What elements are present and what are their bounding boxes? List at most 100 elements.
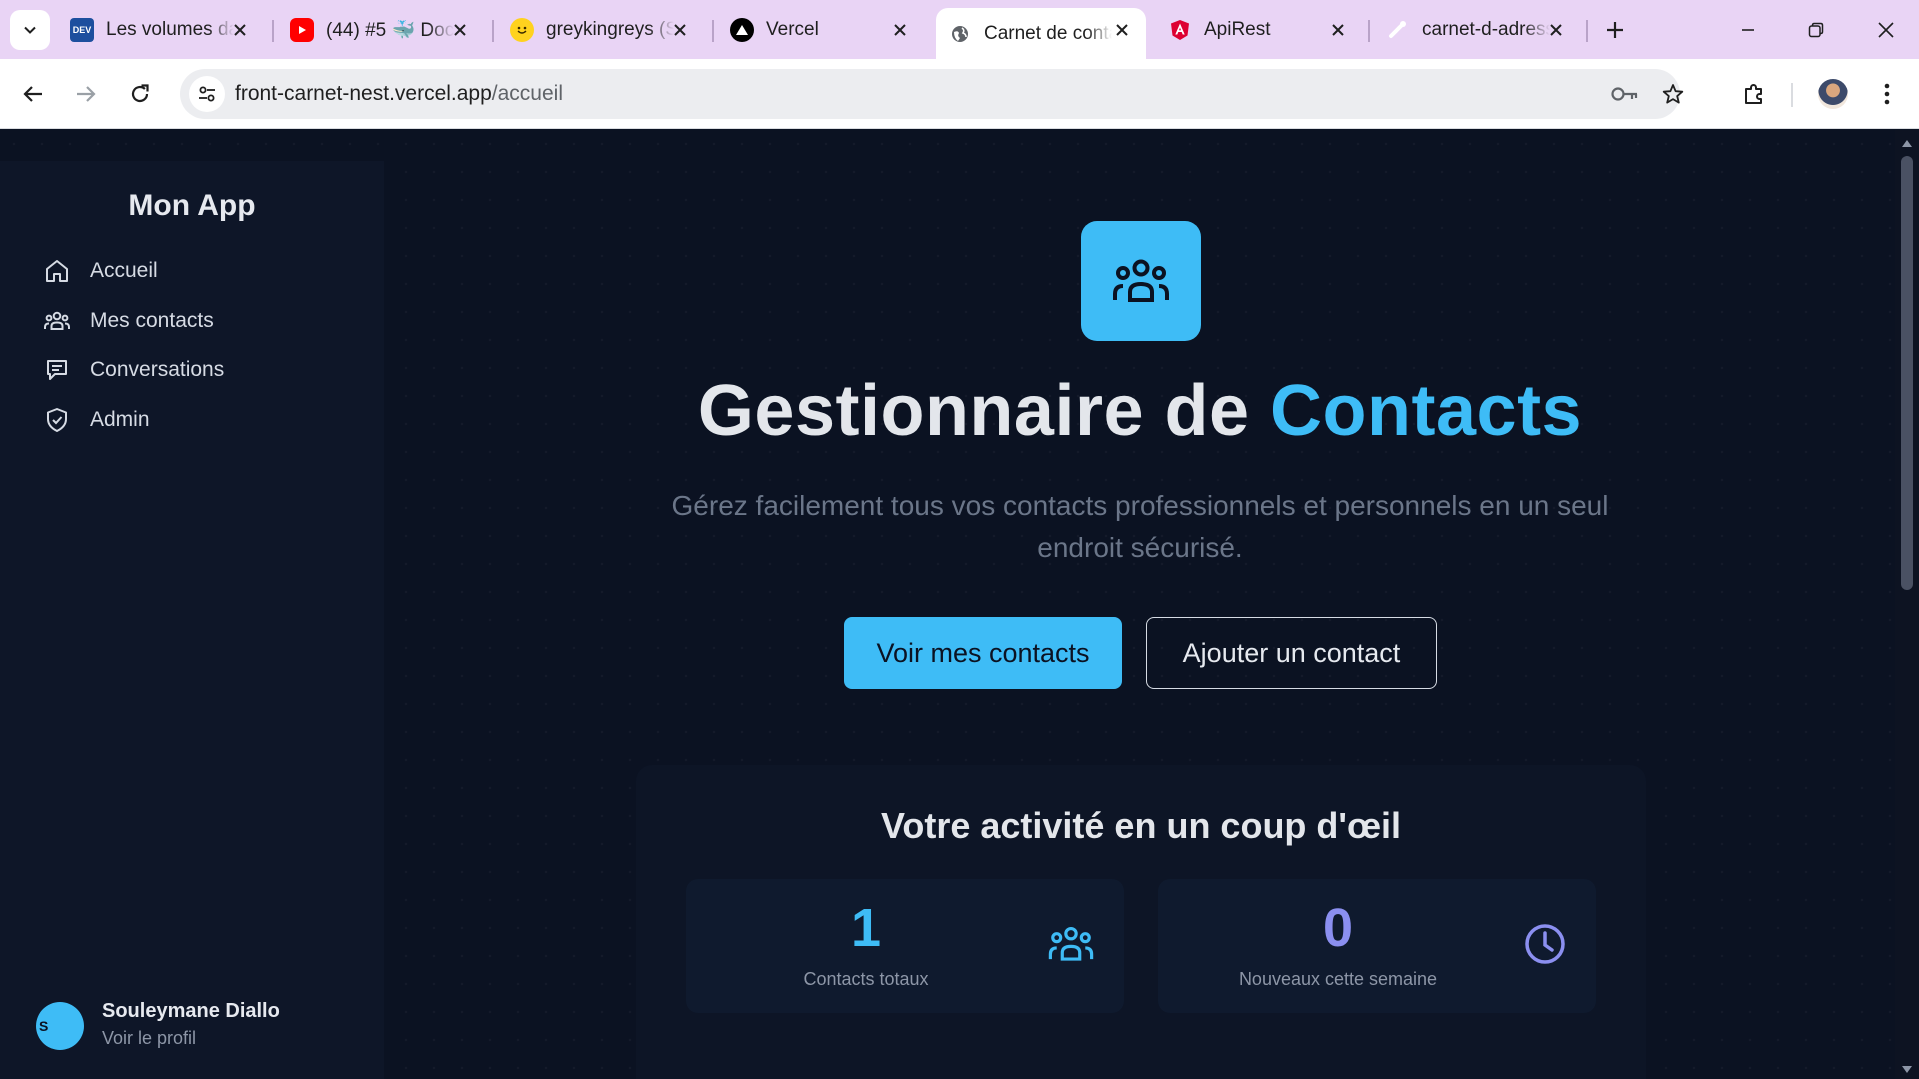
page-scrollbar[interactable] — [1895, 130, 1919, 1079]
address-bar[interactable]: front-carnet-nest.vercel.app/accueil — [180, 69, 1684, 119]
browser-menu-button[interactable] — [1868, 75, 1906, 113]
globe-icon — [948, 22, 972, 46]
sidebar: Mon App Accueil Mes contacts Conversatio… — [0, 161, 384, 1079]
vercel-icon — [730, 18, 754, 42]
profile-button[interactable] — [1814, 75, 1852, 113]
railway-icon — [1386, 18, 1410, 42]
tab-docker-volumes[interactable]: DEV Les volumes dans Docker — [58, 10, 264, 50]
tab-vercel[interactable]: Vercel — [718, 10, 924, 50]
forward-button[interactable] — [67, 75, 105, 113]
close-tab-icon[interactable] — [1326, 18, 1350, 42]
close-tab-icon[interactable] — [668, 18, 692, 42]
users-icon — [1046, 919, 1096, 969]
hero-icon-tile — [1081, 221, 1201, 341]
back-button[interactable] — [14, 75, 52, 113]
arrow-right-icon — [77, 86, 96, 102]
hugging-face-icon — [510, 18, 534, 42]
user-name: Souleymane Diallo — [102, 1000, 280, 1022]
shield-icon — [42, 405, 72, 435]
title-accent: Contacts — [1270, 371, 1583, 451]
app-name: Mon App — [128, 189, 256, 222]
close-tab-icon[interactable] — [228, 18, 252, 42]
view-profile-link[interactable]: Voir le profil — [102, 1028, 196, 1049]
tab-hugging-face[interactable]: greykingreys (Souleymane) — [498, 10, 704, 50]
stat-value: 0 — [1322, 898, 1354, 958]
sidebar-item-label: Accueil — [90, 259, 158, 282]
home-icon — [42, 256, 72, 286]
tab-separator — [272, 20, 274, 42]
tab-apirest[interactable]: ApiRest — [1156, 10, 1362, 50]
angular-icon — [1168, 18, 1192, 42]
scroll-thumb[interactable] — [1901, 156, 1913, 590]
stat-value: 1 — [850, 898, 882, 958]
profile-avatar — [1818, 79, 1848, 109]
password-key-button[interactable] — [1609, 78, 1641, 110]
tab-title: greykingreys (Souleymane) — [546, 19, 674, 40]
dev-icon: DEV — [70, 18, 94, 42]
tune-icon — [199, 86, 215, 102]
key-icon — [1611, 87, 1638, 101]
restore-button[interactable] — [1794, 10, 1838, 50]
tab-carnet-d-adresse[interactable]: carnet-d-adresse — [1374, 10, 1580, 50]
stat-label: Contacts totaux — [803, 969, 929, 989]
tab-separator — [712, 20, 714, 42]
stat-card-new-this-week: 0 Nouveaux cette semaine — [1158, 879, 1596, 1013]
tab-title: Vercel — [766, 19, 819, 40]
site-info-button[interactable] — [189, 76, 225, 112]
close-window-button[interactable] — [1864, 10, 1908, 50]
sidebar-item-label: Mes contacts — [90, 309, 214, 332]
puzzle-icon — [1745, 84, 1762, 104]
stat-card-total-contacts: 1 Contacts totaux — [686, 879, 1124, 1013]
tab-carnet-de-contacts[interactable]: Carnet de contacts — [936, 8, 1146, 59]
activity-panel: Votre activité en un coup d'œil 1 Contac… — [636, 765, 1646, 1079]
close-icon — [1878, 22, 1894, 38]
tab-separator — [1586, 20, 1588, 42]
bookmark-button[interactable] — [1657, 78, 1689, 110]
browser-tab-bar: DEV Les volumes dans Docker (44) #5 🐳 Do… — [0, 0, 1919, 59]
new-tab-button[interactable] — [1597, 12, 1633, 48]
sidebar-item-accueil[interactable]: Accueil — [42, 251, 362, 291]
hero-subtitle: Gérez facilement tous vos contacts profe… — [671, 490, 1609, 563]
sidebar-user[interactable]: S Souleymane Diallo Voir le profil — [36, 1000, 356, 1060]
sidebar-item-mes-contacts[interactable]: Mes contacts — [42, 301, 362, 341]
tab-youtube[interactable]: (44) #5 🐳 Docker — [278, 10, 484, 50]
sidebar-item-admin[interactable]: Admin — [42, 400, 362, 440]
url-text[interactable]: front-carnet-nest.vercel.app/accueil — [235, 82, 563, 106]
toolbar-separator — [1791, 83, 1793, 107]
youtube-icon — [290, 18, 314, 42]
star-icon — [1662, 84, 1684, 104]
plus-icon — [1607, 22, 1623, 38]
title-main: Gestionnaire de — [697, 371, 1271, 451]
tab-title: (44) #5 🐳 Docker — [326, 20, 454, 41]
reload-button[interactable] — [121, 75, 159, 113]
url-host: front-carnet-nest.vercel.app — [235, 82, 492, 105]
more-vertical-icon — [1884, 83, 1890, 105]
chevron-down-icon — [24, 26, 36, 34]
tab-title: Les volumes dans Docker — [106, 19, 234, 40]
users-icon — [42, 306, 72, 336]
tab-separator — [492, 20, 494, 42]
sidebar-item-label: Conversations — [90, 358, 225, 381]
url-path: /accueil — [491, 82, 563, 105]
reload-icon — [131, 84, 149, 103]
clock-icon — [1520, 919, 1570, 969]
tab-title: ApiRest — [1204, 19, 1271, 40]
close-tab-icon[interactable] — [448, 18, 472, 42]
tab-search-button[interactable] — [10, 10, 50, 50]
minimize-button[interactable] — [1726, 10, 1770, 50]
avatar: S — [36, 1002, 84, 1050]
scroll-up-arrow-icon[interactable] — [1901, 138, 1913, 148]
view-contacts-button[interactable]: Voir mes contacts — [844, 617, 1122, 689]
add-contact-button[interactable]: Ajouter un contact — [1146, 617, 1437, 689]
arrow-left-icon — [23, 86, 42, 102]
sidebar-item-conversations[interactable]: Conversations — [42, 350, 362, 390]
close-tab-icon[interactable] — [888, 18, 912, 42]
close-tab-icon[interactable] — [1110, 18, 1134, 42]
tab-title: Carnet de contacts — [984, 22, 1112, 44]
extensions-button[interactable] — [1735, 75, 1773, 113]
stat-label: Nouveaux cette semaine — [1238, 969, 1438, 989]
close-tab-icon[interactable] — [1544, 18, 1568, 42]
page-content: Mon App Accueil Mes contacts Conversatio… — [0, 130, 1919, 1079]
scroll-down-arrow-icon[interactable] — [1901, 1065, 1913, 1075]
browser-toolbar: front-carnet-nest.vercel.app/accueil — [0, 59, 1919, 129]
